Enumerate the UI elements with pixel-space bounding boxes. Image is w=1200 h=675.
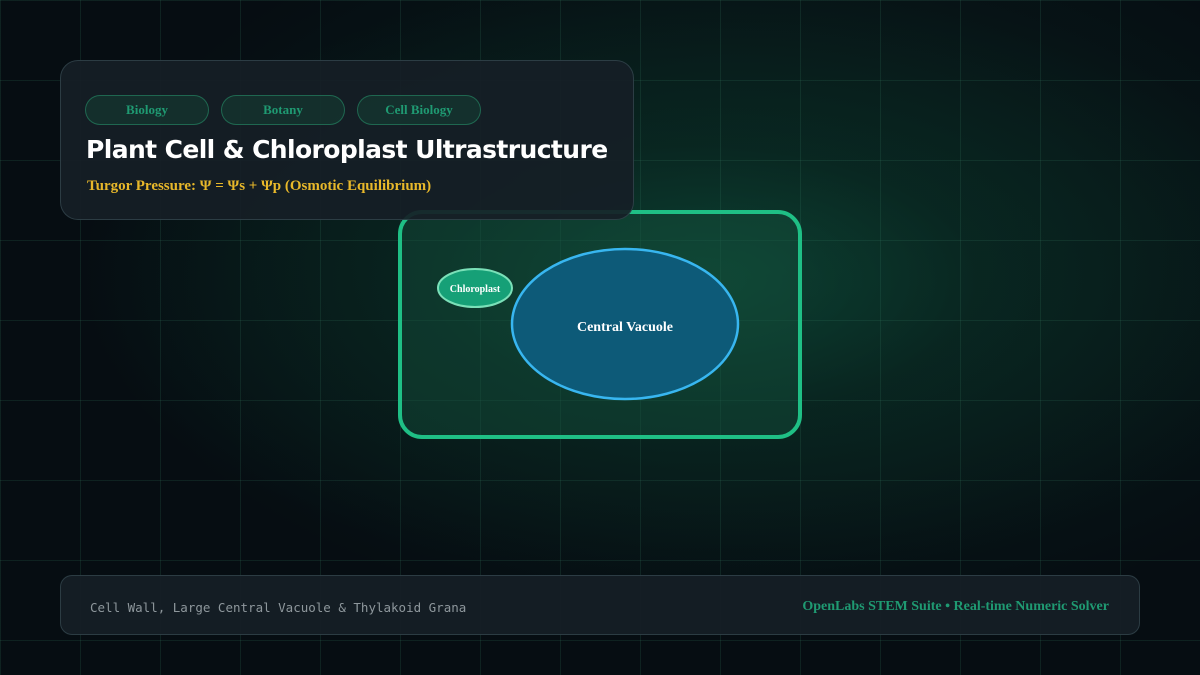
tag-biology[interactable]: Biology [85,95,209,125]
chloroplast-label: Chloroplast [450,284,501,295]
footer-caption: Cell Wall, Large Central Vacuole & Thyla… [90,600,467,615]
page-title: Plant Cell & Chloroplast Ultrastructure [86,135,608,164]
central-vacuole-label: Central Vacuole [577,320,673,335]
tag-botany[interactable]: Botany [221,95,345,125]
turgor-formula: Turgor Pressure: Ψ = Ψs + Ψp (Osmotic Eq… [87,178,432,194]
footer-bar: Cell Wall, Large Central Vacuole & Thyla… [60,575,1140,635]
tag-list: Biology Botany Cell Biology [85,95,481,125]
header-card: Biology Botany Cell Biology Plant Cell &… [60,60,634,220]
footer-credit: OpenLabs STEM Suite • Real-time Numeric … [802,599,1109,614]
tag-cell-biology[interactable]: Cell Biology [357,95,481,125]
